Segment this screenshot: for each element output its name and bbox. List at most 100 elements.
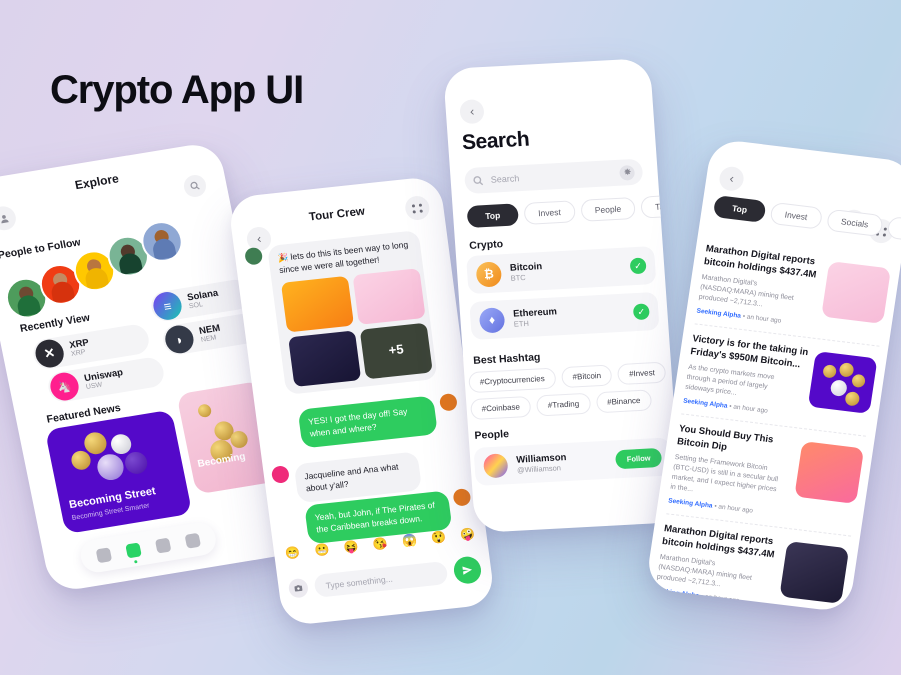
coin-symbol: XRP (70, 348, 87, 359)
bitcoin-icon: ₿ (475, 260, 503, 288)
grid-dots-glyph (404, 195, 431, 221)
phone-news: Top Invest Socials Market Marathon Digit… (645, 138, 901, 613)
send-icon-glyph (462, 566, 473, 575)
tab-top[interactable]: Top (712, 195, 767, 223)
chevron-left-glyph (256, 236, 261, 242)
avatar (452, 488, 472, 507)
tab-people[interactable]: People (580, 196, 636, 222)
chevron-left-icon[interactable] (717, 165, 746, 193)
search-icon-glyph (190, 181, 200, 190)
search-screen: Search Search Top Invest People Tags Cry… (443, 58, 683, 533)
hashtag-chip[interactable]: #Cryptocurrencies (468, 367, 557, 394)
tab-top[interactable]: Top (466, 203, 519, 229)
message-bubble: 🎉 lets do this its been way to long sinc… (266, 230, 438, 395)
uniswap-icon: 🦄 (47, 370, 82, 403)
news-list: Marathon Digital reports bitcoin holding… (653, 234, 893, 612)
profile-icon[interactable] (184, 532, 202, 549)
attachment-image[interactable] (352, 267, 426, 325)
person-icon[interactable] (0, 204, 18, 233)
news-time: • an hour ago (728, 403, 769, 415)
news-source[interactable]: Seeking Alpha (668, 498, 713, 510)
crypto-row-bitcoin[interactable]: ₿ Bitcoin BTC ✓ (466, 245, 657, 295)
hashtag-chip[interactable]: #Coinbase (470, 395, 532, 421)
home-icon[interactable] (95, 546, 113, 563)
hashtag-chip[interactable]: #Bitcoin (560, 364, 613, 389)
avatar (244, 246, 264, 266)
phone-search: Search Search Top Invest People Tags Cry… (442, 57, 683, 534)
send-icon[interactable] (452, 555, 483, 585)
camera-icon-glyph (294, 585, 303, 592)
search-input[interactable]: Search (463, 158, 644, 195)
compass-icon[interactable] (125, 541, 142, 558)
emoji-reaction[interactable]: 😝 (342, 538, 361, 557)
hashtag-list: #Cryptocurrencies #Bitcoin #Invest #Coin… (468, 361, 681, 421)
nem-icon: ◗ (162, 323, 197, 356)
crypto-row-ethereum[interactable]: ♦ Ethereum ETH ✓ (469, 291, 660, 340)
featured-card-main[interactable]: Becoming Street Becoming Street Smarter (44, 409, 193, 535)
message-bubble: YES! I got the day off! Say when and whe… (297, 395, 438, 449)
crypto-section-label: Crypto (468, 238, 504, 252)
check-icon[interactable]: ✓ (632, 303, 650, 321)
news-time: • an hour ago (700, 593, 740, 605)
settings-icon[interactable] (619, 164, 636, 181)
emoji-reaction[interactable]: 😘 (371, 535, 390, 554)
poster-canvas: Crypto App UI Explore People to Follow R… (0, 0, 901, 675)
search-placeholder: Search (490, 173, 520, 185)
follow-button[interactable]: Follow (615, 447, 663, 469)
xrp-icon: ✕ (32, 337, 67, 370)
chat-icon[interactable] (154, 537, 172, 554)
search-tabs[interactable]: Top Invest People Tags (466, 194, 683, 229)
grid-dots-icon[interactable] (403, 194, 431, 222)
attachment-overflow[interactable]: +5 (359, 322, 433, 380)
people-avatar-row (0, 218, 187, 322)
avatar (482, 453, 509, 479)
page-title: Crypto App UI (50, 68, 304, 112)
news-source[interactable]: Seeking Alpha (683, 398, 728, 410)
chevron-left-icon[interactable] (459, 99, 485, 125)
avatar (438, 392, 458, 412)
chat-input-bar: Type something... (287, 555, 483, 602)
news-thumbnail[interactable] (807, 351, 878, 414)
message-in-1[interactable]: 🎉 lets do this its been way to long sinc… (244, 230, 443, 397)
people-section-label: People (474, 428, 510, 442)
hashtag-chip[interactable]: #Invest (617, 361, 667, 386)
news-screen: Top Invest Socials Market Marathon Digit… (645, 138, 901, 613)
chevron-left-glyph (469, 108, 474, 115)
tab-tags[interactable]: Tags (640, 194, 683, 219)
news-thumbnail[interactable] (779, 541, 850, 605)
coin-symbol: NEM (200, 334, 218, 344)
emoji-reaction[interactable]: 😱 (400, 532, 419, 551)
camera-icon[interactable] (287, 577, 310, 599)
message-text: 🎉 lets do this its been way to long sinc… (276, 239, 409, 276)
page-title: Search (461, 127, 530, 155)
tab-invest[interactable]: Invest (769, 201, 823, 230)
emoji-reaction[interactable]: 😁 (283, 544, 302, 563)
avatar (270, 465, 290, 484)
news-time: • an hour ago (742, 313, 782, 325)
person-icon-glyph (0, 214, 9, 223)
attachment-image[interactable] (280, 275, 355, 333)
search-icon (473, 175, 484, 185)
news-time: • an hour ago (713, 503, 754, 515)
emoji-reaction[interactable]: 😲 (429, 529, 448, 548)
news-description: Setting the Framework Bitcoin (BTC-USD) … (669, 453, 779, 494)
news-source[interactable]: Seeking Alpha (654, 588, 699, 600)
message-out-1[interactable]: YES! I got the day off! Say when and whe… (297, 392, 470, 449)
message-input[interactable]: Type something... (313, 560, 449, 598)
news-source[interactable]: Seeking Alpha (696, 308, 741, 320)
hashtag-section-label: Best Hashtag (472, 351, 541, 367)
news-thumbnail[interactable] (821, 261, 892, 324)
emoji-reaction[interactable]: 😬 (312, 541, 331, 560)
person-row-williamson[interactable]: Williamson @Williamson Follow (473, 437, 672, 486)
tab-socials[interactable]: Socials (825, 208, 884, 238)
ethereum-icon: ♦ (478, 306, 506, 333)
hashtag-chip[interactable]: #Trading (536, 392, 591, 417)
solana-icon: ≡ (150, 289, 185, 322)
tab-invest[interactable]: Invest (523, 200, 576, 225)
news-thumbnail[interactable] (794, 441, 865, 505)
hashtag-chip[interactable]: #Binance (595, 389, 653, 414)
check-icon[interactable]: ✓ (629, 257, 647, 275)
chevron-left-glyph (729, 176, 734, 182)
attachment-grid[interactable]: +5 (280, 267, 433, 387)
attachment-image[interactable] (288, 329, 362, 387)
